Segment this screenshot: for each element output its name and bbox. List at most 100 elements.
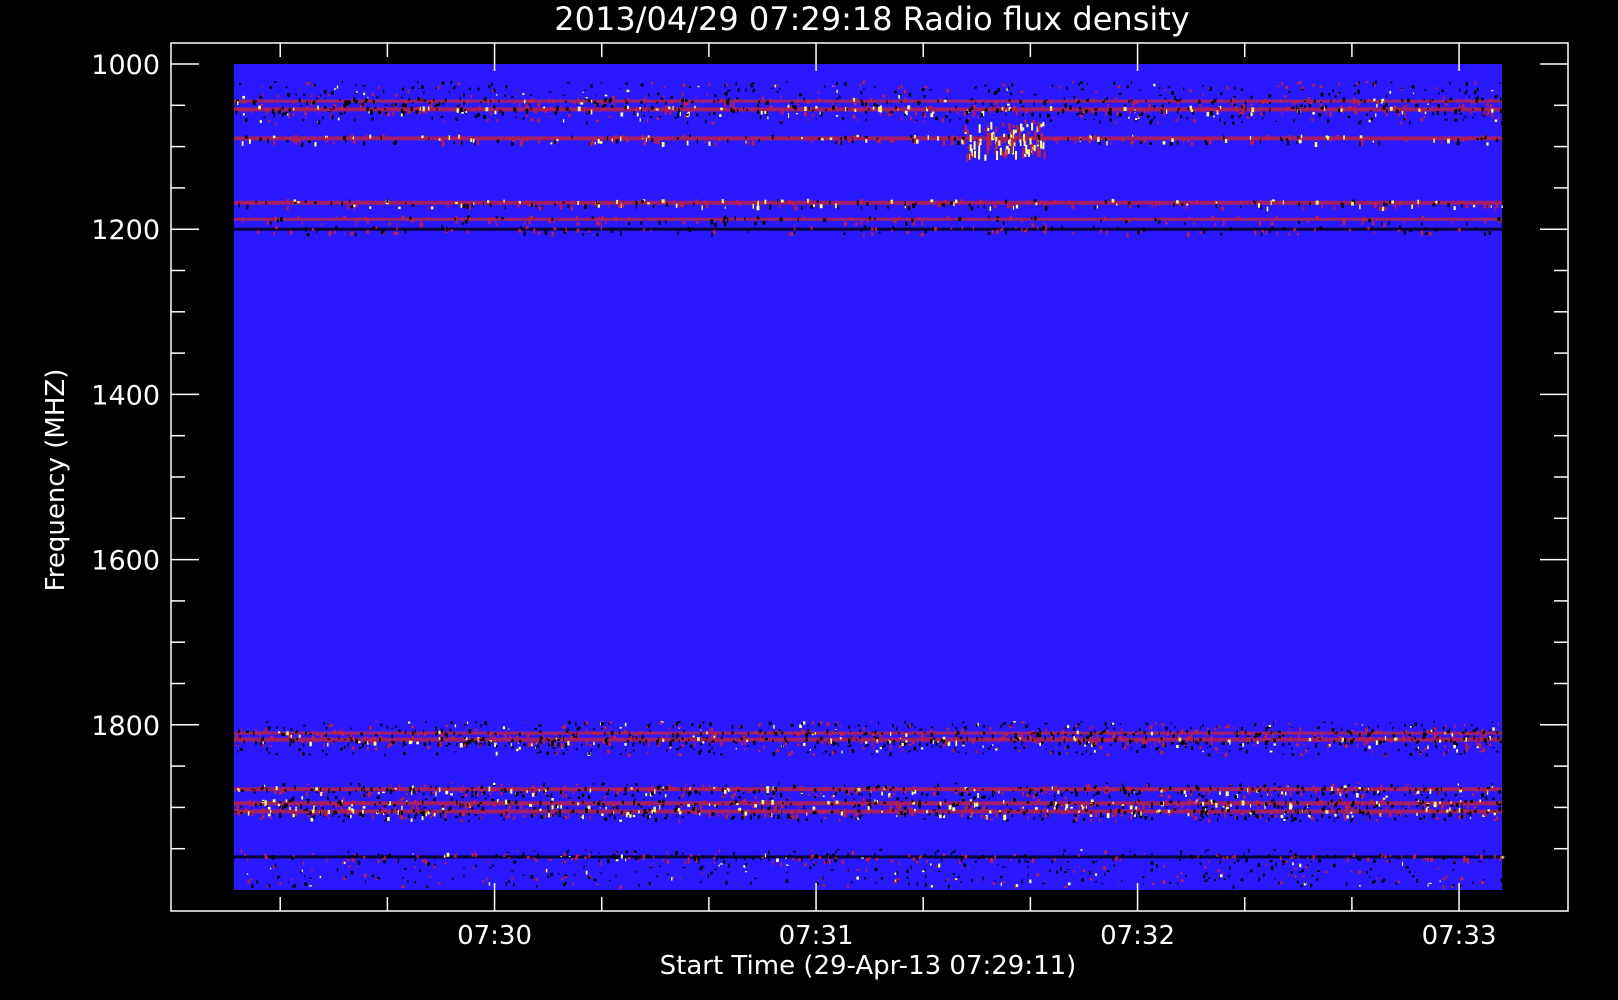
noise-speck: [713, 112, 716, 115]
noise-speck: [688, 738, 690, 741]
noise-speck: [1453, 744, 1456, 749]
noise-speck: [531, 785, 535, 790]
band-speck: [1243, 105, 1246, 109]
band-speck: [1251, 140, 1254, 146]
noise-speck: [306, 742, 308, 744]
band-speck: [866, 219, 869, 223]
band-speck: [713, 100, 716, 103]
noise-speck: [1230, 98, 1232, 103]
noise-speck: [828, 734, 831, 737]
noise-speck: [401, 87, 405, 91]
band-speck: [1433, 801, 1437, 806]
noise-speck: [1070, 792, 1074, 794]
band-speck: [897, 805, 901, 810]
noise-speck: [1459, 733, 1462, 737]
band-speck: [1314, 142, 1318, 148]
band-speck: [1475, 227, 1478, 230]
band-speck: [662, 859, 665, 862]
noise-speck: [1063, 747, 1066, 751]
noise-speck: [343, 739, 346, 741]
band-speck: [1157, 809, 1161, 813]
band-speck: [1453, 206, 1456, 211]
band-speck: [1424, 857, 1427, 861]
noise-speck: [721, 788, 724, 792]
band-speck: [1483, 231, 1487, 237]
noise-speck: [573, 100, 576, 105]
noise-speck: [1104, 791, 1108, 794]
noise-speck: [1359, 803, 1361, 807]
band-speck: [1296, 232, 1299, 236]
noise-speck: [484, 797, 487, 800]
noise-speck: [805, 739, 809, 742]
band-speck: [386, 199, 389, 203]
band-speck: [582, 203, 584, 207]
noise-speck: [1491, 721, 1494, 723]
noise-speck: [1218, 725, 1220, 729]
noise-speck: [1268, 94, 1272, 98]
band-speck: [1312, 854, 1315, 860]
band-speck: [672, 733, 674, 738]
noise-speck: [1305, 107, 1308, 112]
band-speck: [670, 99, 674, 104]
band-speck: [348, 100, 351, 105]
band-speck: [293, 202, 296, 205]
noise-speck: [817, 723, 821, 727]
band-speck: [1298, 109, 1301, 115]
noise-speck: [426, 796, 429, 799]
noise-speck: [1165, 726, 1168, 729]
band-speck: [554, 203, 556, 206]
band-speck: [294, 785, 296, 790]
noise-speck: [1249, 733, 1252, 736]
band-speck: [879, 740, 882, 743]
noise-speck: [1106, 96, 1108, 100]
band-speck: [1117, 226, 1119, 229]
band-speck: [830, 108, 832, 112]
band-speck: [392, 111, 395, 116]
band-speck: [1067, 808, 1069, 814]
noise-speck: [471, 737, 474, 742]
band-speck: [1297, 202, 1301, 206]
noise-speck: [1153, 83, 1156, 87]
noise-speck: [945, 97, 948, 100]
band-speck: [1260, 205, 1263, 210]
noise-speck: [711, 812, 715, 816]
noise-speck: [1363, 99, 1366, 104]
band-speck: [682, 221, 686, 225]
noise-speck: [265, 721, 269, 723]
band-speck: [530, 215, 533, 219]
band-speck: [306, 792, 309, 797]
noise-speck: [710, 727, 714, 732]
band-speck: [324, 736, 327, 742]
band-speck: [643, 227, 645, 232]
noise-speck: [532, 742, 534, 747]
noise-speck: [1102, 815, 1104, 818]
noise-speck: [745, 88, 747, 92]
noise-speck: [1084, 808, 1088, 812]
band-speck: [911, 799, 914, 803]
noise-speck: [308, 753, 311, 756]
noise-speck: [862, 797, 865, 802]
noise-speck: [633, 749, 635, 752]
band-speck: [468, 729, 472, 734]
noise-speck: [296, 743, 298, 745]
band-speck: [932, 226, 935, 231]
noise-speck: [1138, 115, 1140, 118]
noise-speck: [289, 806, 291, 810]
noise-speck: [1433, 720, 1435, 723]
band-speck: [396, 227, 398, 231]
noise-speck: [889, 788, 892, 791]
band-speck: [298, 802, 300, 807]
noise-speck: [1225, 796, 1228, 798]
noise-speck: [423, 742, 427, 746]
noise-speck: [560, 790, 563, 795]
noise-speck: [540, 785, 542, 789]
noise-speck: [1271, 729, 1274, 731]
noise-speck: [944, 742, 947, 745]
band-speck: [427, 106, 430, 111]
noise-speck: [1481, 729, 1484, 732]
noise-speck: [414, 729, 416, 734]
noise-speck: [1114, 121, 1117, 125]
noise-speck: [324, 106, 327, 109]
noise-speck: [1254, 723, 1257, 727]
band-speck: [1384, 735, 1387, 741]
